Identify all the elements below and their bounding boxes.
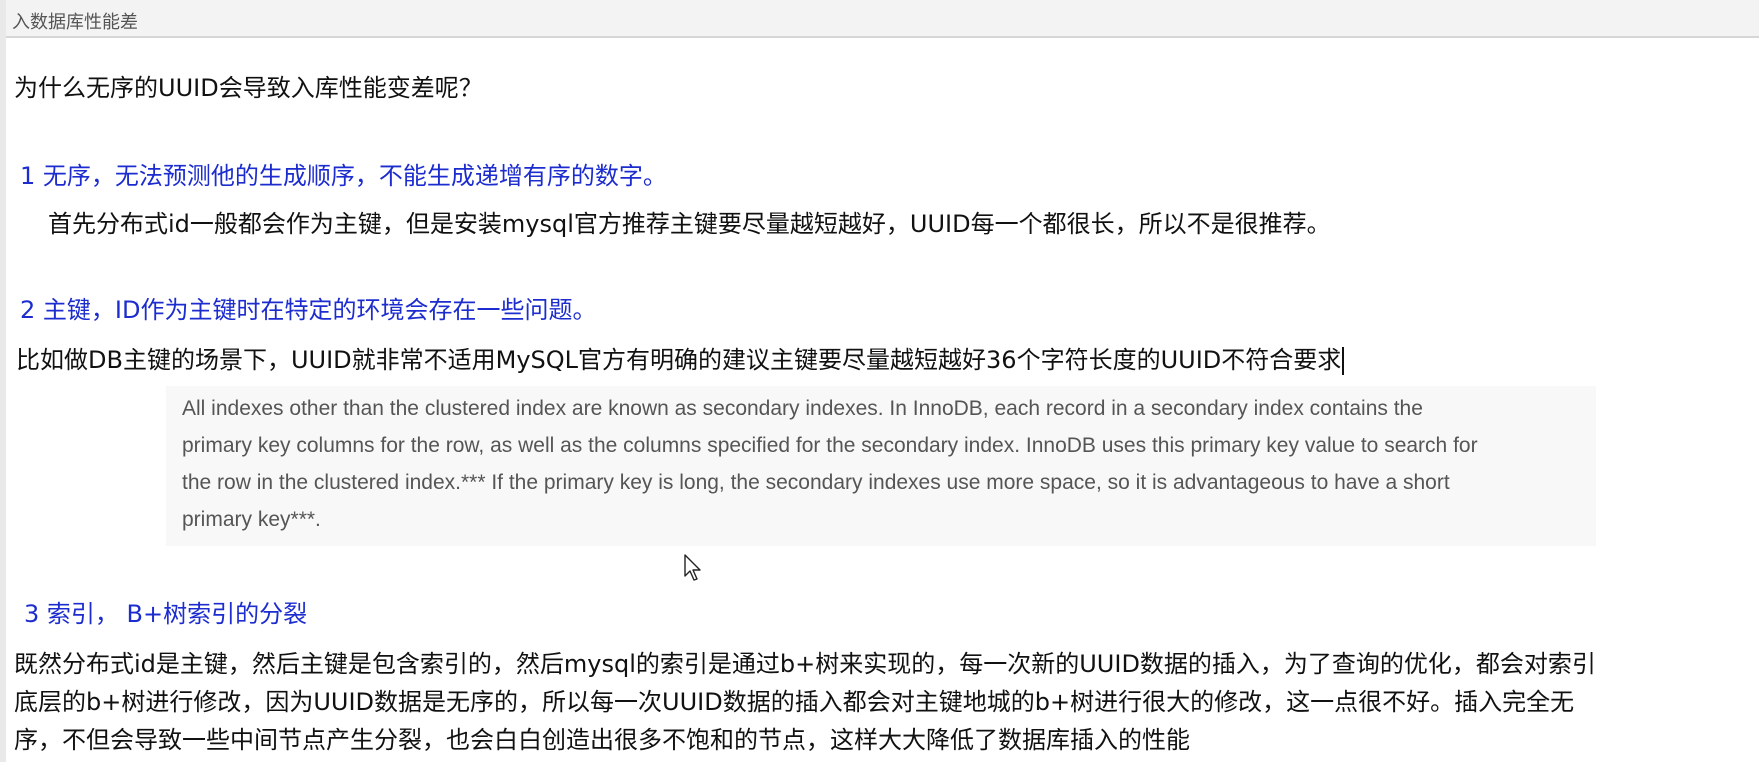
quote-line: primary key***. [182, 508, 321, 531]
section-1-body: 首先分布式id一般都会作为主键，但是安装mysql官方推荐主键要尽量越短越好，U… [48, 210, 1331, 238]
arrow-pointer-icon [684, 554, 701, 581]
document-page: 入数据库性能差 为什么无序的UUID会导致入库性能变差呢？ 1 无序，无法预测他… [0, 0, 1759, 762]
section-3-line: 序，不但会导致一些中间节点产生分裂，也会白白创造出很多不饱和的节点，这样大大降低… [14, 726, 1190, 754]
section-3-heading: 3 索引， B+树索引的分裂 [24, 600, 308, 628]
section-2-body[interactable]: 比如做DB主键的场景下，UUID就非常不适用MySQL官方有明确的建议主键要尽量… [16, 340, 1345, 375]
text-caret [1342, 347, 1345, 375]
section-3-body: 既然分布式id是主键，然后主键是包含索引的，然后mysql的索引是通过b+树来实… [14, 645, 1759, 759]
quote-line: All indexes other than the clustered ind… [182, 397, 1423, 420]
question-heading: 为什么无序的UUID会导致入库性能变差呢？ [14, 74, 483, 102]
section-2-heading: 2 主键，ID作为主键时在特定的环境会存在一些问题。 [20, 296, 597, 324]
title-bar: 入数据库性能差 [6, 0, 1759, 38]
mysql-doc-quote: All indexes other than the clustered ind… [166, 386, 1596, 546]
section-3-line: 底层的b+树进行修改，因为UUID数据是无序的，所以每一次UUID数据的插入都会… [14, 688, 1575, 716]
section-3-line: 既然分布式id是主键，然后主键是包含索引的，然后mysql的索引是通过b+树来实… [14, 650, 1596, 678]
quote-line: the row in the clustered index.*** If th… [182, 471, 1450, 494]
quote-line: primary key columns for the row, as well… [182, 434, 1478, 457]
section-2-body-text: 比如做DB主键的场景下，UUID就非常不适用MySQL官方有明确的建议主键要尽量… [16, 346, 1342, 374]
window-title: 入数据库性能差 [12, 12, 138, 33]
section-1-heading: 1 无序，无法预测他的生成顺序，不能生成递增有序的数字。 [20, 162, 667, 190]
